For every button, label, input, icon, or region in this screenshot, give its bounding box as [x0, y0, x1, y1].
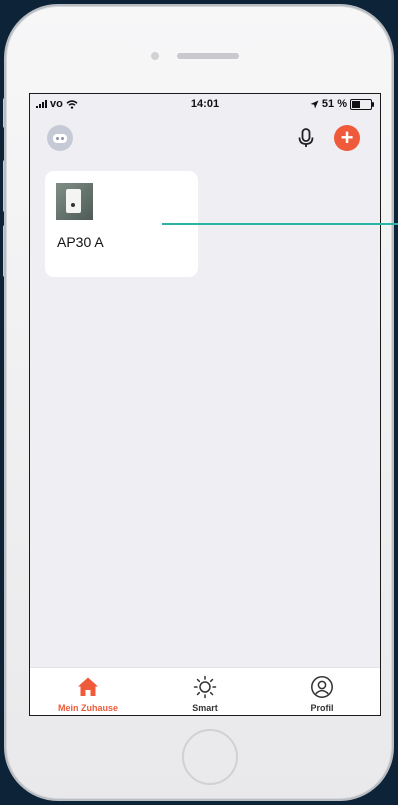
robot-avatar-face	[53, 134, 67, 143]
tab-smart[interactable]: Smart	[147, 668, 263, 715]
tab-profil[interactable]: Profil	[264, 668, 380, 715]
home-icon	[78, 677, 98, 696]
robot-avatar-eye	[56, 137, 59, 140]
tab-label: Smart	[192, 703, 218, 713]
sun-icon	[193, 675, 217, 699]
battery-tip	[372, 101, 374, 107]
robot-avatar-eye	[61, 137, 64, 140]
robot-avatar-icon[interactable]	[47, 125, 73, 151]
home-button[interactable]	[182, 729, 238, 785]
air-purifier-button	[71, 203, 75, 207]
earpiece-speaker	[177, 53, 239, 59]
device-name: AP30 A	[57, 234, 104, 250]
tab-mein-zuhause[interactable]: Mein Zuhause	[30, 668, 146, 715]
plus-icon: +	[340, 125, 354, 150]
tab-label: Profil	[310, 703, 334, 713]
front-camera	[151, 52, 159, 60]
air-purifier-thumbnail	[56, 183, 93, 220]
annotation-connector-line	[162, 223, 398, 225]
battery-icon	[350, 98, 374, 110]
status-right: 51 %	[310, 98, 374, 110]
location-arrow-icon	[310, 100, 319, 108]
app-screen: vo 14:01 51 % + AP30 A Mein Zuhause Smar…	[29, 93, 381, 716]
tab-bar: Mein Zuhause Smart Profil	[30, 667, 380, 715]
microphone-icon[interactable]	[294, 126, 318, 150]
user-icon	[311, 676, 333, 698]
battery-percent: 51 %	[321, 98, 347, 110]
add-device-button[interactable]: +	[334, 125, 360, 151]
tab-label: Mein Zuhause	[57, 703, 118, 713]
status-bar: vo 14:01 51 %	[30, 94, 380, 114]
air-purifier-body	[66, 189, 81, 213]
battery-fill	[352, 100, 360, 108]
